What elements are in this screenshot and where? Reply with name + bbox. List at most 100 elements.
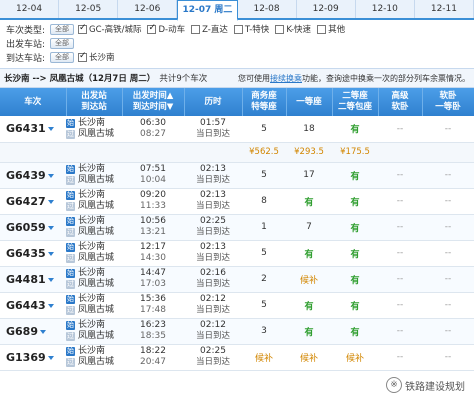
seat-availability[interactable]: 7 [306, 222, 312, 232]
seat-availability[interactable]: -- [397, 352, 404, 362]
arrive-station-name[interactable]: 凤凰古城 [78, 253, 114, 263]
seat-availability[interactable]: 候补 [300, 276, 318, 286]
date-tab[interactable]: 12-09 [297, 0, 356, 18]
seat-availability[interactable]: 18 [303, 124, 314, 134]
depart-station-name[interactable]: 长沙南 [78, 242, 105, 252]
train-type-option[interactable]: Z-直达 [191, 23, 228, 35]
seat-availability[interactable]: -- [445, 326, 452, 336]
seat-availability[interactable]: 有 [350, 172, 359, 182]
checkbox[interactable] [275, 24, 285, 34]
arrive-station-name[interactable]: 凤凰古城 [78, 129, 114, 139]
seat-availability[interactable]: 有 [350, 302, 359, 312]
seat-availability[interactable]: 5 [261, 124, 267, 134]
date-tab[interactable]: 12-08 [238, 0, 297, 18]
train-number-link[interactable]: G4481 [6, 273, 46, 286]
seat-availability[interactable]: 有 [350, 125, 359, 135]
chevron-down-icon[interactable] [47, 251, 54, 256]
seat-availability[interactable]: -- [445, 196, 452, 206]
seat-availability[interactable]: 有 [350, 276, 359, 286]
seat-availability[interactable]: -- [445, 248, 452, 258]
depart-station-name[interactable]: 长沙南 [78, 320, 105, 330]
train-number-link[interactable]: G6059 [6, 221, 46, 234]
train-number-link[interactable]: G689 [6, 325, 38, 338]
seat-availability[interactable]: 3 [261, 326, 267, 336]
chevron-down-icon[interactable] [47, 303, 54, 308]
train-type-all-button[interactable]: 全部 [50, 23, 74, 35]
depart-station-name[interactable]: 长沙南 [78, 268, 105, 278]
seat-availability[interactable]: 5 [261, 300, 267, 310]
column-header[interactable]: 高级 软卧 [378, 88, 423, 116]
depart-station-name[interactable]: 长沙南 [78, 294, 105, 304]
date-tab[interactable]: 12-07 周二 [177, 0, 238, 21]
seat-availability[interactable]: -- [445, 300, 452, 310]
checkbox[interactable] [317, 24, 327, 34]
train-type-option[interactable]: GC-高铁/城际 [78, 23, 141, 35]
column-header[interactable]: 商务座 特等座 [242, 88, 287, 116]
seat-availability[interactable]: 17 [303, 170, 314, 180]
seat-availability[interactable]: 有 [350, 224, 359, 234]
seat-availability[interactable]: -- [445, 274, 452, 284]
seat-availability[interactable]: 8 [261, 196, 267, 206]
chevron-down-icon[interactable] [47, 277, 54, 282]
seat-availability[interactable]: -- [397, 326, 404, 336]
seat-availability[interactable]: 候补 [300, 354, 318, 364]
column-header[interactable]: 历时 [184, 88, 243, 116]
station-option[interactable]: 长沙南 [78, 51, 115, 63]
date-tab[interactable]: 12-06 [118, 0, 178, 18]
date-tab[interactable]: 12-11 [415, 0, 474, 18]
arrive-station-name[interactable]: 凤凰古城 [78, 227, 114, 237]
seat-availability[interactable]: -- [445, 124, 452, 134]
column-header[interactable]: 出发时间▲ 到达时间▼ [122, 88, 185, 116]
column-header[interactable]: 软卧 一等卧 [422, 88, 474, 116]
column-header[interactable]: 二等座 二等包座 [332, 88, 379, 116]
train-type-option[interactable]: D-动车 [147, 23, 185, 35]
depart-station-name[interactable]: 长沙南 [78, 216, 105, 226]
seat-availability[interactable]: -- [397, 170, 404, 180]
seat-availability[interactable]: -- [397, 300, 404, 310]
train-number-link[interactable]: G6439 [6, 169, 46, 182]
seat-availability[interactable]: 候补 [346, 354, 364, 364]
train-number-link[interactable]: G6427 [6, 195, 46, 208]
arrive-station-all-button[interactable]: 全部 [50, 51, 74, 63]
seat-availability[interactable]: -- [397, 222, 404, 232]
checkbox[interactable] [78, 51, 87, 62]
depart-station-name[interactable]: 长沙南 [78, 164, 105, 174]
chevron-down-icon[interactable] [47, 127, 54, 132]
arrive-station-name[interactable]: 凤凰古城 [78, 175, 114, 185]
depart-station-name[interactable]: 长沙南 [78, 190, 105, 200]
date-tab[interactable]: 12-04 [0, 0, 60, 18]
train-type-option[interactable]: K-快速 [275, 23, 311, 35]
seat-availability[interactable]: 有 [304, 302, 313, 312]
arrive-station-name[interactable]: 凤凰古城 [78, 331, 114, 341]
date-tab[interactable]: 12-05 [59, 0, 119, 18]
checkbox[interactable] [78, 23, 87, 34]
column-header[interactable]: 出发站 到达站 [66, 88, 123, 116]
seat-availability[interactable]: -- [397, 124, 404, 134]
column-header[interactable]: 一等座 [286, 88, 333, 116]
seat-availability[interactable]: -- [445, 352, 452, 362]
checkbox[interactable] [233, 24, 243, 34]
train-type-option[interactable]: T-特快 [233, 23, 269, 35]
chevron-down-icon[interactable] [47, 225, 54, 230]
seat-availability[interactable]: -- [397, 274, 404, 284]
depart-station-all-button[interactable]: 全部 [50, 37, 74, 49]
seat-availability[interactable]: 5 [261, 248, 267, 258]
seat-availability[interactable]: 有 [350, 328, 359, 338]
transfer-link[interactable]: 接续换乘 [270, 74, 302, 83]
checkbox[interactable] [191, 24, 201, 34]
chevron-down-icon[interactable] [47, 355, 54, 360]
chevron-down-icon[interactable] [47, 173, 54, 178]
seat-availability[interactable]: 5 [261, 170, 267, 180]
chevron-down-icon[interactable] [47, 199, 54, 204]
train-number-link[interactable]: G6435 [6, 247, 46, 260]
seat-availability[interactable]: 有 [304, 198, 313, 208]
seat-availability[interactable]: 有 [350, 198, 359, 208]
arrive-station-name[interactable]: 凤凰古城 [78, 305, 114, 315]
train-number-link[interactable]: G6431 [6, 122, 46, 135]
train-number-link[interactable]: G1369 [6, 351, 46, 364]
seat-availability[interactable]: 候补 [255, 354, 273, 364]
arrive-station-name[interactable]: 凤凰古城 [78, 279, 114, 289]
seat-availability[interactable]: -- [397, 196, 404, 206]
seat-availability[interactable]: 1 [261, 222, 267, 232]
seat-availability[interactable]: -- [445, 222, 452, 232]
